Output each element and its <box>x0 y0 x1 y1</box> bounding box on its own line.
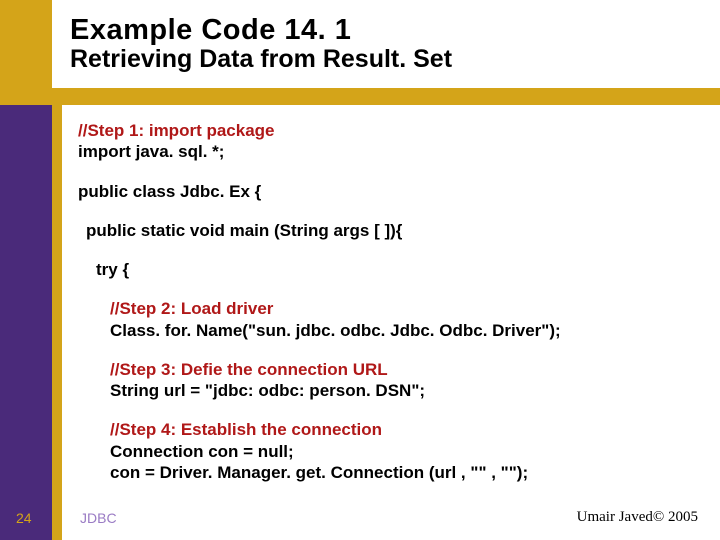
step4-line2: con = Driver. Manager. get. Connection (… <box>110 462 700 483</box>
left-accent-strip <box>52 105 62 540</box>
step3-comment: //Step 3: Defie the connection URL <box>110 359 700 380</box>
title-underline-bar <box>52 88 720 105</box>
title-block: Example Code 14. 1 Retrieving Data from … <box>70 14 452 74</box>
left-sidebar-top-accent <box>0 0 52 105</box>
step2-line: Class. for. Name("sun. jdbc. odbc. Jdbc.… <box>110 320 700 341</box>
page-number: 24 <box>16 510 32 526</box>
step2-comment: //Step 2: Load driver <box>110 298 700 319</box>
step4-line1: Connection con = null; <box>110 441 700 462</box>
try-block: try { <box>96 259 700 280</box>
class-declaration: public class Jdbc. Ex { <box>78 181 700 202</box>
step4-comment: //Step 4: Establish the connection <box>110 419 700 440</box>
slide-title-line1: Example Code 14. 1 <box>70 14 452 47</box>
step3-line: String url = "jdbc: odbc: person. DSN"; <box>110 380 700 401</box>
step1-import: import java. sql. *; <box>78 141 700 162</box>
code-content: //Step 1: import package import java. sq… <box>78 120 700 483</box>
copyright: Umair Javed© 2005 <box>577 509 698 526</box>
slide-title-line2: Retrieving Data from Result. Set <box>70 45 452 74</box>
step1-comment: //Step 1: import package <box>78 120 700 141</box>
footer-label: JDBC <box>80 510 117 526</box>
main-declaration: public static void main (String args [ ]… <box>86 220 700 241</box>
